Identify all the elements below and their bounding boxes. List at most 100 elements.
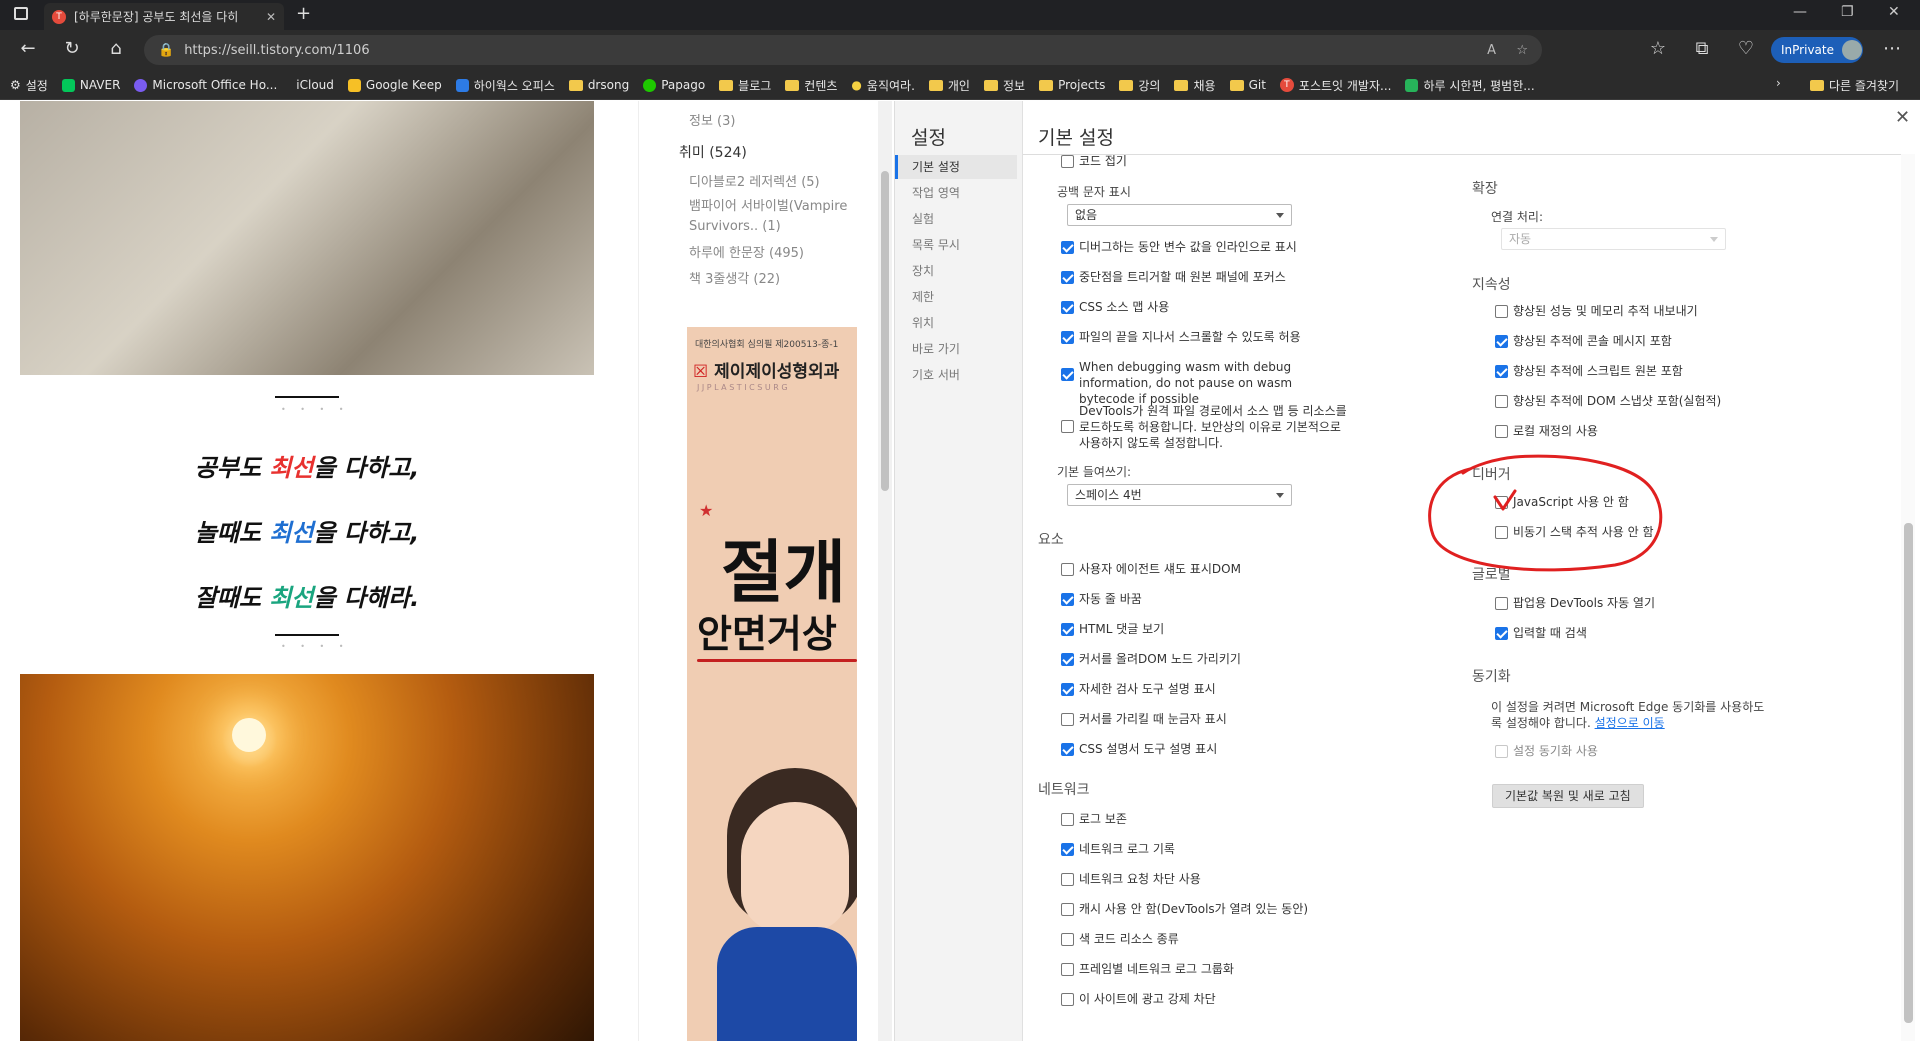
back-icon[interactable]: ← — [16, 38, 40, 59]
inprivate-badge[interactable]: InPrivate — [1771, 37, 1863, 63]
setting-word-wrap[interactable]: 자동 줄 바꿈 — [1061, 591, 1142, 607]
fav-item-projects[interactable]: Projects — [1039, 78, 1105, 92]
checkbox[interactable] — [1495, 597, 1508, 610]
minimize-icon[interactable]: — — [1793, 4, 1807, 20]
fav-item-settings[interactable]: ⚙ 설정 — [10, 77, 48, 94]
setting-sync-enable[interactable]: 설정 동기화 사용 — [1495, 743, 1598, 759]
checkbox[interactable] — [1061, 933, 1074, 946]
setting-css-docs[interactable]: CSS 설명서 도구 설명 표시 — [1061, 741, 1217, 757]
close-settings-icon[interactable]: ✕ — [1895, 107, 1910, 128]
whitespace-select[interactable]: 없음 — [1067, 204, 1292, 226]
checkbox[interactable] — [1495, 365, 1508, 378]
favorite-star-icon[interactable]: ☆ — [1516, 43, 1528, 58]
fav-item-personal[interactable]: 개인 — [928, 77, 970, 94]
setting-inline-vars[interactable]: 디버그하는 동안 변수 값을 인라인으로 표시 — [1061, 239, 1297, 255]
link-handling-select[interactable]: 자동 — [1501, 228, 1726, 250]
settings-scrollbar-thumb[interactable] — [1904, 523, 1913, 1023]
setting-focus-panel[interactable]: 중단점을 트리거할 때 원본 패널에 포커스 — [1061, 269, 1286, 285]
fav-item-git[interactable]: Git — [1229, 78, 1266, 92]
refresh-icon[interactable]: ↻ — [60, 38, 84, 59]
restore-defaults-button[interactable]: 기본값 복원 및 새로 고침 — [1492, 784, 1644, 808]
checkbox[interactable] — [1061, 271, 1074, 284]
active-tab[interactable]: T [하루한문장] 공부도 최선을 다히 ✕ — [44, 3, 284, 30]
fav-item-hiring[interactable]: 채용 — [1174, 77, 1216, 94]
checkbox[interactable] — [1061, 241, 1074, 254]
restore-icon[interactable]: ❐ — [1841, 4, 1854, 20]
new-tab-button[interactable]: + — [296, 3, 311, 24]
checkbox[interactable] — [1061, 368, 1074, 381]
setting-group-frame[interactable]: 프레임별 네트워크 로그 그룹화 — [1061, 961, 1234, 977]
checkbox[interactable] — [1495, 395, 1508, 408]
fav-item-blog[interactable]: 블로그 — [719, 77, 771, 94]
checkbox[interactable] — [1061, 843, 1074, 856]
nav-symbol-server[interactable]: 기호 서버 — [895, 363, 1017, 387]
fav-item-poem[interactable]: 하루 시한편, 평범한... — [1405, 77, 1535, 94]
checkbox[interactable] — [1061, 563, 1074, 576]
checkbox[interactable] — [1061, 331, 1074, 344]
fav-item-info[interactable]: 정보 — [983, 77, 1025, 94]
nav-experiments[interactable]: 실험 — [895, 207, 1017, 231]
setting-request-block[interactable]: 네트워크 요청 차단 사용 — [1061, 871, 1201, 887]
fav-item-lecture[interactable]: 강의 — [1119, 77, 1160, 94]
setting-scroll-past[interactable]: 파일의 끝을 지나서 스크롤할 수 있도록 허용 — [1061, 329, 1301, 345]
close-window-icon[interactable]: ✕ — [1888, 4, 1900, 20]
checkbox[interactable] — [1061, 713, 1074, 726]
setting-ruler[interactable]: 커서를 가리킬 때 눈금자 표시 — [1061, 711, 1227, 727]
checkbox[interactable] — [1061, 683, 1074, 696]
tab-actions-icon[interactable] — [14, 7, 28, 20]
nav-devices[interactable]: 장치 — [895, 259, 1017, 283]
checkbox[interactable] — [1495, 425, 1508, 438]
setting-export-trace[interactable]: 향상된 성능 및 메모리 추적 내보내기 — [1495, 303, 1698, 319]
nav-throttling[interactable]: 제한 — [895, 285, 1017, 309]
fav-item-contents[interactable]: 컨텐츠 — [785, 77, 837, 94]
fav-item-papago[interactable]: Papago — [643, 78, 705, 92]
setting-preserve-log[interactable]: 로그 보존 — [1061, 811, 1127, 827]
setting-trace-console[interactable]: 향상된 추적에 콘솔 메시지 포함 — [1495, 333, 1672, 349]
setting-color-sort[interactable]: 색 코드 리소스 종류 — [1061, 931, 1179, 947]
fav-item-naver[interactable]: NAVER — [61, 78, 120, 92]
checkbox[interactable] — [1061, 301, 1074, 314]
category-diablo[interactable]: 디아블로2 레저렉션 (5) — [689, 171, 820, 190]
page-scrollbar-thumb[interactable] — [881, 171, 889, 491]
checkbox[interactable] — [1061, 420, 1074, 433]
nav-locations[interactable]: 위치 — [895, 311, 1017, 335]
sync-settings-link[interactable]: 설정으로 이동 — [1595, 716, 1665, 730]
nav-workspace[interactable]: 작업 영역 — [895, 181, 1017, 205]
setting-force-block-ads[interactable]: 이 사이트에 광고 강제 차단 — [1061, 991, 1216, 1007]
setting-search-typing[interactable]: 입력할 때 검색 — [1495, 625, 1587, 641]
more-menu-icon[interactable]: ⋯ — [1880, 38, 1904, 59]
category-vampire[interactable]: 뱀파이어 서바이벌(Vampire Survivors.. (1) — [689, 197, 869, 237]
fav-item-office[interactable]: Microsoft Office Ho... — [134, 78, 277, 92]
checkbox[interactable] — [1495, 335, 1508, 348]
setting-local-override[interactable]: 로컬 재정의 사용 — [1495, 423, 1598, 439]
checkbox[interactable] — [1495, 627, 1508, 640]
checkbox[interactable] — [1061, 743, 1074, 756]
checkbox[interactable] — [1061, 903, 1074, 916]
setting-html-comments[interactable]: HTML 댓글 보기 — [1061, 621, 1164, 637]
setting-detailed-tooltip[interactable]: 자세한 검사 도구 설명 표시 — [1061, 681, 1216, 697]
setting-css-sourcemap[interactable]: CSS 소스 맵 사용 — [1061, 299, 1169, 315]
setting-trace-dom[interactable]: 향상된 추적에 DOM 스냅샷 포함(실험적) — [1495, 393, 1721, 409]
checkbox[interactable] — [1061, 813, 1074, 826]
fav-item-keep[interactable]: Google Keep — [347, 78, 442, 92]
setting-network-log[interactable]: 네트워크 로그 기록 — [1061, 841, 1175, 857]
checkbox[interactable] — [1495, 305, 1508, 318]
fav-item-postit[interactable]: T 포스트잇 개발자... — [1279, 77, 1391, 94]
setting-code-fold[interactable]: 코드 접기 — [1061, 153, 1127, 169]
read-aloud-icon[interactable]: A — [1487, 43, 1496, 58]
checkbox[interactable] — [1061, 155, 1074, 168]
collections-icon[interactable]: ⧉ — [1690, 38, 1714, 59]
setting-shadow-dom[interactable]: 사용자 에이전트 섀도 표시DOM — [1061, 561, 1241, 577]
favorites-icon[interactable]: ☆ — [1646, 38, 1670, 59]
category-daily[interactable]: 하루에 한문장 (495) — [689, 242, 804, 261]
home-icon[interactable]: ⌂ — [104, 38, 128, 59]
category-book[interactable]: 책 3줄생각 (22) — [689, 268, 780, 287]
setting-trace-script[interactable]: 향상된 추적에 스크립트 원본 포함 — [1495, 363, 1683, 379]
fav-item-icloud[interactable]: iCloud — [291, 78, 334, 92]
setting-disable-cache[interactable]: 캐시 사용 안 함(DevTools가 열려 있는 동안) — [1061, 901, 1308, 917]
checkbox[interactable] — [1061, 653, 1074, 666]
checkbox[interactable] — [1061, 593, 1074, 606]
fav-item-hiworks[interactable]: 하이웍스 오피스 — [455, 77, 555, 94]
nav-ignore-list[interactable]: 목록 무시 — [895, 233, 1017, 257]
nav-shortcuts[interactable]: 바로 가기 — [895, 337, 1017, 361]
